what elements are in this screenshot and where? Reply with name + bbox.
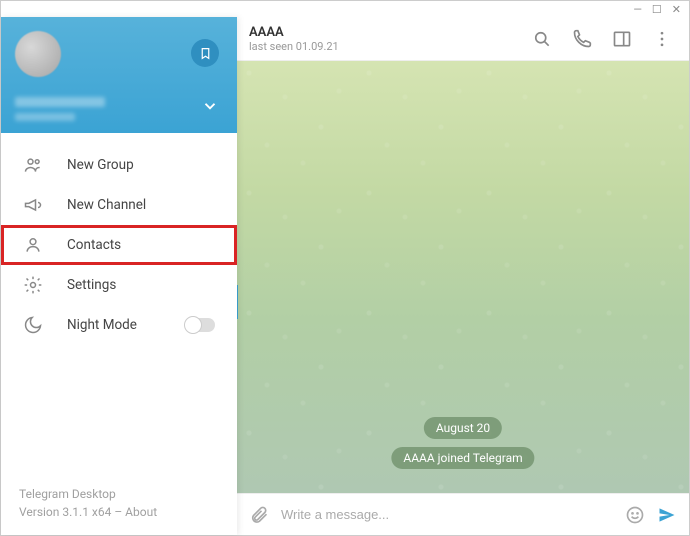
chat-title: AAAA	[249, 25, 517, 40]
attach-button[interactable]	[249, 505, 269, 525]
system-message: AAAA joined Telegram	[391, 447, 534, 469]
app-name: Telegram Desktop	[19, 485, 219, 503]
gear-icon	[23, 275, 43, 295]
menu-label: New Group	[67, 157, 134, 173]
megaphone-icon	[23, 195, 43, 215]
smile-icon	[625, 505, 645, 525]
send-icon	[657, 504, 677, 526]
minimize-button[interactable]: —	[633, 3, 642, 16]
menu-label: Contacts	[67, 237, 121, 253]
avatar[interactable]	[15, 31, 61, 77]
menu-new-group[interactable]: New Group	[1, 145, 237, 185]
profile-header	[1, 17, 237, 133]
drawer-footer: Telegram Desktop Version 3.1.1 x64 – Abo…	[1, 471, 237, 535]
menu-contacts[interactable]: Contacts	[1, 225, 237, 265]
person-icon	[23, 235, 43, 255]
side-panel-button[interactable]	[612, 29, 632, 49]
account-chevron[interactable]	[201, 97, 219, 119]
window-titlebar: — ☐ ✕	[1, 1, 689, 17]
menu-label: Night Mode	[67, 317, 137, 333]
group-icon	[23, 155, 43, 175]
phone-icon	[572, 29, 592, 49]
more-button[interactable]	[652, 29, 672, 49]
menu-new-channel[interactable]: New Channel	[1, 185, 237, 225]
sidebar-drawer: New Group New Channel Contacts Settings	[1, 17, 237, 535]
date-divider: August 20	[424, 417, 502, 439]
paperclip-icon	[249, 505, 269, 525]
night-mode-toggle[interactable]	[185, 318, 215, 332]
bookmark-icon	[199, 47, 212, 60]
panel-icon	[612, 29, 632, 49]
more-vertical-icon	[652, 29, 672, 49]
call-button[interactable]	[572, 29, 592, 49]
send-button[interactable]	[657, 505, 677, 525]
search-icon	[532, 29, 552, 49]
moon-icon	[23, 315, 43, 335]
menu-label: New Channel	[67, 197, 146, 213]
search-button[interactable]	[532, 29, 552, 49]
menu-night-mode[interactable]: Night Mode	[1, 305, 237, 345]
emoji-button[interactable]	[625, 505, 645, 525]
message-input[interactable]	[281, 507, 613, 522]
chat-header: AAAA last seen 01.09.21	[237, 17, 689, 61]
chat-title-block[interactable]: AAAA last seen 01.09.21	[249, 25, 517, 53]
close-button[interactable]: ✕	[672, 3, 681, 16]
chat-body[interactable]: August 20 AAAA joined Telegram	[237, 61, 689, 493]
maximize-button[interactable]: ☐	[652, 3, 662, 16]
drawer-menu: New Group New Channel Contacts Settings	[1, 133, 237, 345]
saved-messages-button[interactable]	[191, 39, 219, 67]
menu-settings[interactable]: Settings	[1, 265, 237, 305]
app-version[interactable]: Version 3.1.1 x64 – About	[19, 503, 219, 521]
menu-label: Settings	[67, 277, 116, 293]
chat-panel: AAAA last seen 01.09.21 August 20 AAAA j…	[237, 17, 689, 535]
profile-name-area	[15, 97, 125, 121]
message-composer	[237, 493, 689, 535]
chat-last-seen: last seen 01.09.21	[249, 40, 517, 53]
chevron-down-icon	[201, 97, 219, 115]
